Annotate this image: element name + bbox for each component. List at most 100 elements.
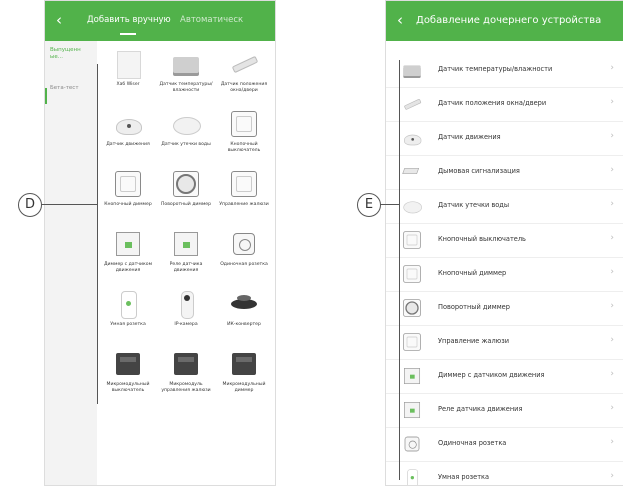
list-item[interactable]: Поворотный диммер › [386, 291, 623, 326]
sidebar-item-released[interactable]: Выпущенн ые... [50, 47, 94, 61]
device-tile[interactable]: Датчик движения [99, 109, 157, 148]
device-tile[interactable]: Поворотный диммер [157, 169, 215, 208]
device-tile[interactable]: Одиночная розетка [215, 229, 273, 268]
device-tile-label: Датчик утечки воды [161, 142, 211, 147]
back-icon[interactable]: ‹ [51, 12, 67, 28]
device-tile[interactable]: Хаб Wiser [99, 49, 157, 88]
active-tab-indicator [120, 33, 136, 35]
device-tile-label: Диммер с датчиком движения [103, 262, 153, 273]
temperature-sensor-icon [402, 60, 422, 80]
callout-e-bracket [399, 60, 400, 480]
device-tile-label: IP-камера [174, 322, 198, 327]
dimmer-motion-icon [402, 366, 422, 386]
list-item[interactable]: Кнопочный диммер › [386, 257, 623, 292]
single-socket-icon [402, 434, 422, 454]
device-tile[interactable]: Умная розетка [99, 289, 157, 328]
shutter-control-icon [402, 332, 422, 352]
device-tile-label: Поворотный диммер [160, 202, 212, 207]
chevron-right-icon: › [610, 369, 614, 379]
device-tile-label: Датчик температуры/ влажности [159, 82, 213, 93]
right-header: ‹ Добавление дочернего устройства [386, 1, 623, 41]
chevron-right-icon: › [610, 233, 614, 243]
list-item-label: Датчик движения [438, 133, 501, 141]
device-tile-label: Хаб Wiser [116, 82, 140, 87]
callout-d-line [40, 204, 97, 205]
device-tile-label: Управление жалюзи [219, 202, 269, 207]
list-item-label: Кнопочный диммер [438, 269, 507, 277]
list-item-label: Датчик утечки воды [438, 201, 510, 209]
list-item[interactable]: Дымовая сигнализация › [386, 155, 623, 190]
sidebar-item-beta[interactable]: Бета-тест [50, 85, 94, 92]
smart-plug-icon [113, 289, 143, 319]
device-tile[interactable]: Микромодульный диммер [215, 349, 273, 394]
motion-relay-icon [402, 400, 422, 420]
chevron-right-icon: › [610, 471, 614, 481]
list-item[interactable]: Одиночная розетка › [386, 427, 623, 462]
tab-automatic[interactable]: Автоматическ [180, 15, 243, 25]
device-tile[interactable]: Диммер с датчиком движения [99, 229, 157, 274]
device-tile[interactable]: Микромодульный выключатель [99, 349, 157, 394]
left-screen: ‹ Добавить вручную Автоматическ Выпущенн… [44, 0, 276, 486]
callout-e-line [379, 204, 399, 205]
dimmer-motion-icon [113, 229, 143, 259]
device-tile[interactable]: Датчик температуры/ влажности [157, 49, 215, 94]
active-category-indicator [45, 88, 47, 104]
smoke-alarm-icon [402, 162, 422, 182]
chevron-right-icon: › [610, 165, 614, 175]
chevron-right-icon: › [610, 131, 614, 141]
chevron-right-icon: › [610, 63, 614, 73]
device-tile[interactable]: Микромодуль управления жалюзи [157, 349, 215, 394]
list-item[interactable]: Датчик положения окна/двери › [386, 87, 623, 122]
ir-converter-icon [229, 289, 259, 319]
chevron-right-icon: › [610, 437, 614, 447]
micromodule-shutter-icon [171, 349, 201, 379]
push-button-switch-icon [402, 230, 422, 250]
device-tile[interactable]: Кнопочный диммер [99, 169, 157, 208]
tab-manual[interactable]: Добавить вручную [87, 15, 171, 25]
rotary-dimmer-icon [171, 169, 201, 199]
device-tile[interactable]: Кнопочный выключатель [215, 109, 273, 154]
list-item[interactable]: Реле датчика движения › [386, 393, 623, 428]
device-tile-label: Реле датчика движения [169, 262, 203, 273]
list-item-label: Датчик температуры/влажности [438, 65, 553, 73]
list-item[interactable]: Диммер с датчиком движения › [386, 359, 623, 394]
rotary-dimmer-icon [402, 298, 422, 318]
list-item[interactable]: Кнопочный выключатель › [386, 223, 623, 258]
list-item-label: Управление жалюзи [438, 337, 509, 345]
device-tile[interactable]: Управление жалюзи [215, 169, 273, 208]
device-tile-label: Датчик движения [106, 142, 150, 147]
device-tile-label: Кнопочный диммер [104, 202, 152, 207]
callout-d-bracket [97, 64, 98, 404]
device-tile-label: Микромодуль управления жалюзи [161, 382, 211, 393]
list-item-label: Реле датчика движения [438, 405, 523, 413]
smart-plug-icon [402, 468, 422, 485]
ip-camera-icon [171, 289, 201, 319]
back-icon[interactable]: ‹ [392, 12, 408, 28]
category-sidebar: Выпущенн ые... Бета-тест [45, 41, 97, 485]
list-item[interactable]: Датчик движения › [386, 121, 623, 156]
device-tile[interactable]: Датчик положения окна/двери [215, 49, 273, 94]
device-tile[interactable]: Датчик утечки воды [157, 109, 215, 148]
list-item-label: Диммер с датчиком движения [438, 371, 545, 379]
list-item-label: Умная розетка [438, 473, 490, 481]
shutter-control-icon [229, 169, 259, 199]
device-tile-label: Одиночная розетка [220, 262, 268, 267]
hub-icon [113, 49, 143, 79]
device-tile-label: ИК-конвертер [227, 322, 261, 327]
motion-sensor-icon [402, 128, 422, 148]
water-leak-sensor-icon [171, 109, 201, 139]
list-item[interactable]: Датчик температуры/влажности › [386, 53, 623, 88]
list-item-label: Датчик положения окна/двери [438, 99, 547, 107]
device-tile[interactable]: ИК-конвертер [215, 289, 273, 328]
chevron-right-icon: › [610, 403, 614, 413]
list-item[interactable]: Умная розетка › [386, 461, 623, 485]
single-socket-icon [229, 229, 259, 259]
device-tile[interactable]: IP-камера [157, 289, 215, 328]
device-tile[interactable]: Реле датчика движения [157, 229, 215, 274]
list-item[interactable]: Управление жалюзи › [386, 325, 623, 360]
device-tile-label: Микромодульный диммер [222, 382, 266, 393]
micromodule-dimmer-icon [229, 349, 259, 379]
left-header: ‹ Добавить вручную Автоматическ [45, 1, 275, 41]
list-item[interactable]: Датчик утечки воды › [386, 189, 623, 224]
device-tile-label: Датчик положения окна/двери [220, 82, 268, 93]
